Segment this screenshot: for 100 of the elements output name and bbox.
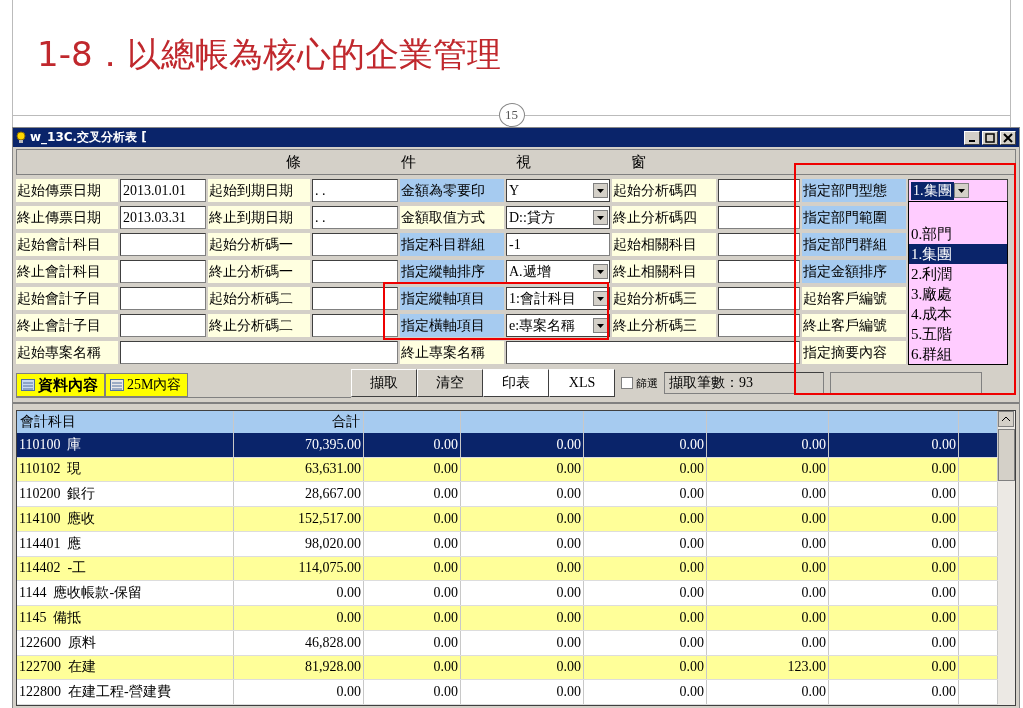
table-cell: 46,828.00 [234,630,364,655]
date-field[interactable]: 2013.01.01 [120,179,206,202]
dropdown-field[interactable]: Y [506,179,610,202]
field-label: 指定部門範圍 [802,206,906,229]
table-cell: 0.00 [707,457,829,482]
table-cell: 110100 庫 [17,432,234,457]
scroll-up-icon[interactable] [998,411,1014,427]
text-field[interactable] [120,233,206,256]
table-row[interactable]: 110200 銀行 28,667.00 0.00 0.00 0.00 0.00 0.00 [17,482,998,507]
field-label: 起始分析碼三 [612,287,716,310]
dropdown-option[interactable]: 3.廠處 [909,284,1007,304]
dropdown-field[interactable]: e:專案名稱 [506,314,610,337]
table-row[interactable]: 1144 應收帳款-保留 0.00 0.00 0.00 0.00 0.00 0.00 [17,581,998,606]
table-cell: 0.00 [461,482,584,506]
dropdown-field[interactable]: 1:會計科目 [506,287,610,310]
table-cell: 0.00 [584,680,707,704]
field-label: 起始會計科目 [16,233,118,256]
table-cell: 0.00 [364,655,461,680]
table-cell: 0.00 [707,432,829,457]
table-cell: 81,928.00 [234,655,364,680]
scrollbar[interactable] [998,411,1015,705]
window-title: w_13C.交叉分析表 [ [30,129,147,146]
field-label: 指定金額排序 [802,260,906,283]
table-row[interactable]: 110100 庫 70,395.00 0.00 0.00 0.00 0.00 0.00 [17,432,998,458]
toolbar-button[interactable]: 清空 [417,369,483,397]
text-field[interactable] [718,287,800,310]
condition-bar-label: 條 [286,152,301,172]
text-field[interactable] [506,341,800,364]
table-cell: 0.00 [584,655,707,680]
text-field[interactable] [718,206,800,229]
text-field[interactable] [718,179,800,202]
toolbar-button[interactable]: XLS [549,369,615,397]
text-field[interactable]: -1 [506,233,610,256]
field-label: 終止傳票日期 [16,206,118,229]
condition-bar-label: 視 [516,152,531,172]
table-cell: 0.00 [584,432,707,457]
dropdown-option[interactable]: 1.集團 [909,244,1007,264]
text-field[interactable] [312,314,398,337]
dropdown-option[interactable]: 6.群組 [909,344,1007,364]
caret-icon [593,264,608,279]
table-cell: 0.00 [461,432,584,457]
toolbar-button[interactable]: 印表 [483,369,549,397]
dropdown-option[interactable]: 4.成本 [909,304,1007,324]
table-row[interactable]: 114402 -工 114,075.00 0.00 0.00 0.00 0.00 0.00 [17,556,998,582]
minimize-button[interactable] [964,130,980,145]
text-field[interactable] [718,314,800,337]
table-cell: 0.00 [461,680,584,704]
minimize-icon [969,139,975,142]
table-cell: 152,517.00 [234,507,364,531]
table-cell: 0.00 [584,507,707,531]
table-cell: 0.00 [829,556,959,581]
text-field[interactable] [718,260,800,283]
table-cell: 0.00 [707,606,829,630]
table-row[interactable]: 122800 在建工程-營建費 0.00 0.00 0.00 0.00 0.00 0.00 [17,680,998,705]
table-row[interactable]: 122700 在建 81,928.00 0.00 0.00 0.00 123.00 0.00 [17,655,998,681]
field-label: 指定縱軸排序 [400,260,504,283]
dropdown-option[interactable]: 5.五階 [909,324,1007,344]
maximize-button[interactable] [982,130,998,145]
text-field[interactable] [312,287,398,310]
date-field[interactable]: . . [312,179,398,202]
scroll-thumb[interactable] [998,429,1015,481]
text-field[interactable] [120,287,206,310]
table-cell: 0.00 [707,581,829,605]
table-row[interactable]: 114401 應 98,020.00 0.00 0.00 0.00 0.00 0.00 [17,531,998,557]
table-cell: 0.00 [584,531,707,556]
field-label: 終止會計科目 [16,260,118,283]
tab[interactable]: 25M內容 [105,373,189,397]
list-icon [21,379,35,391]
close-icon [1003,132,1013,143]
field-label: 終止相關科目 [612,260,716,283]
dropdown-option[interactable]: 0.部門 [909,224,1007,244]
text-field[interactable] [120,260,206,283]
table-row[interactable]: 114100 應收 152,517.00 0.00 0.00 0.00 0.00 0.00 [17,507,998,532]
dropdown-field[interactable]: D::貸方 [506,206,610,229]
text-field[interactable] [312,260,398,283]
table-cell: 0.00 [461,630,584,655]
text-field[interactable] [312,233,398,256]
date-field[interactable]: . . [312,206,398,229]
date-field[interactable]: 2013.03.31 [120,206,206,229]
close-button[interactable] [1000,130,1016,145]
filter-checkbox[interactable]: 篩選 [621,375,658,391]
text-field[interactable] [718,233,800,256]
table-cell: 0.00 [829,680,959,704]
dropdown-option[interactable]: 2.利潤 [909,264,1007,284]
table-row[interactable]: 110102 現 63,631.00 0.00 0.00 0.00 0.00 0.00 [17,457,998,483]
table-cell: 0.00 [234,606,364,630]
table-cell: 0.00 [584,606,707,630]
dropdown-field[interactable]: A.遞增 [506,260,610,283]
tab[interactable]: 資料內容 [16,373,105,397]
table-cell: 0.00 [829,432,959,457]
field-label: 指定摘要內容 [802,341,906,364]
table-row[interactable]: 122600 原料 46,828.00 0.00 0.00 0.00 0.00 0.00 [17,630,998,656]
field-label: 金額為零要印 [400,179,504,202]
table-cell: 0.00 [461,556,584,581]
text-field[interactable] [120,341,398,364]
table-row[interactable]: 1145 備抵 0.00 0.00 0.00 0.00 0.00 0.00 [17,606,998,631]
column-header: 合計 [234,411,364,433]
text-field[interactable] [120,314,206,337]
toolbar-button[interactable]: 擷取 [351,369,417,397]
field-label: 指定縱軸項目 [400,287,504,310]
